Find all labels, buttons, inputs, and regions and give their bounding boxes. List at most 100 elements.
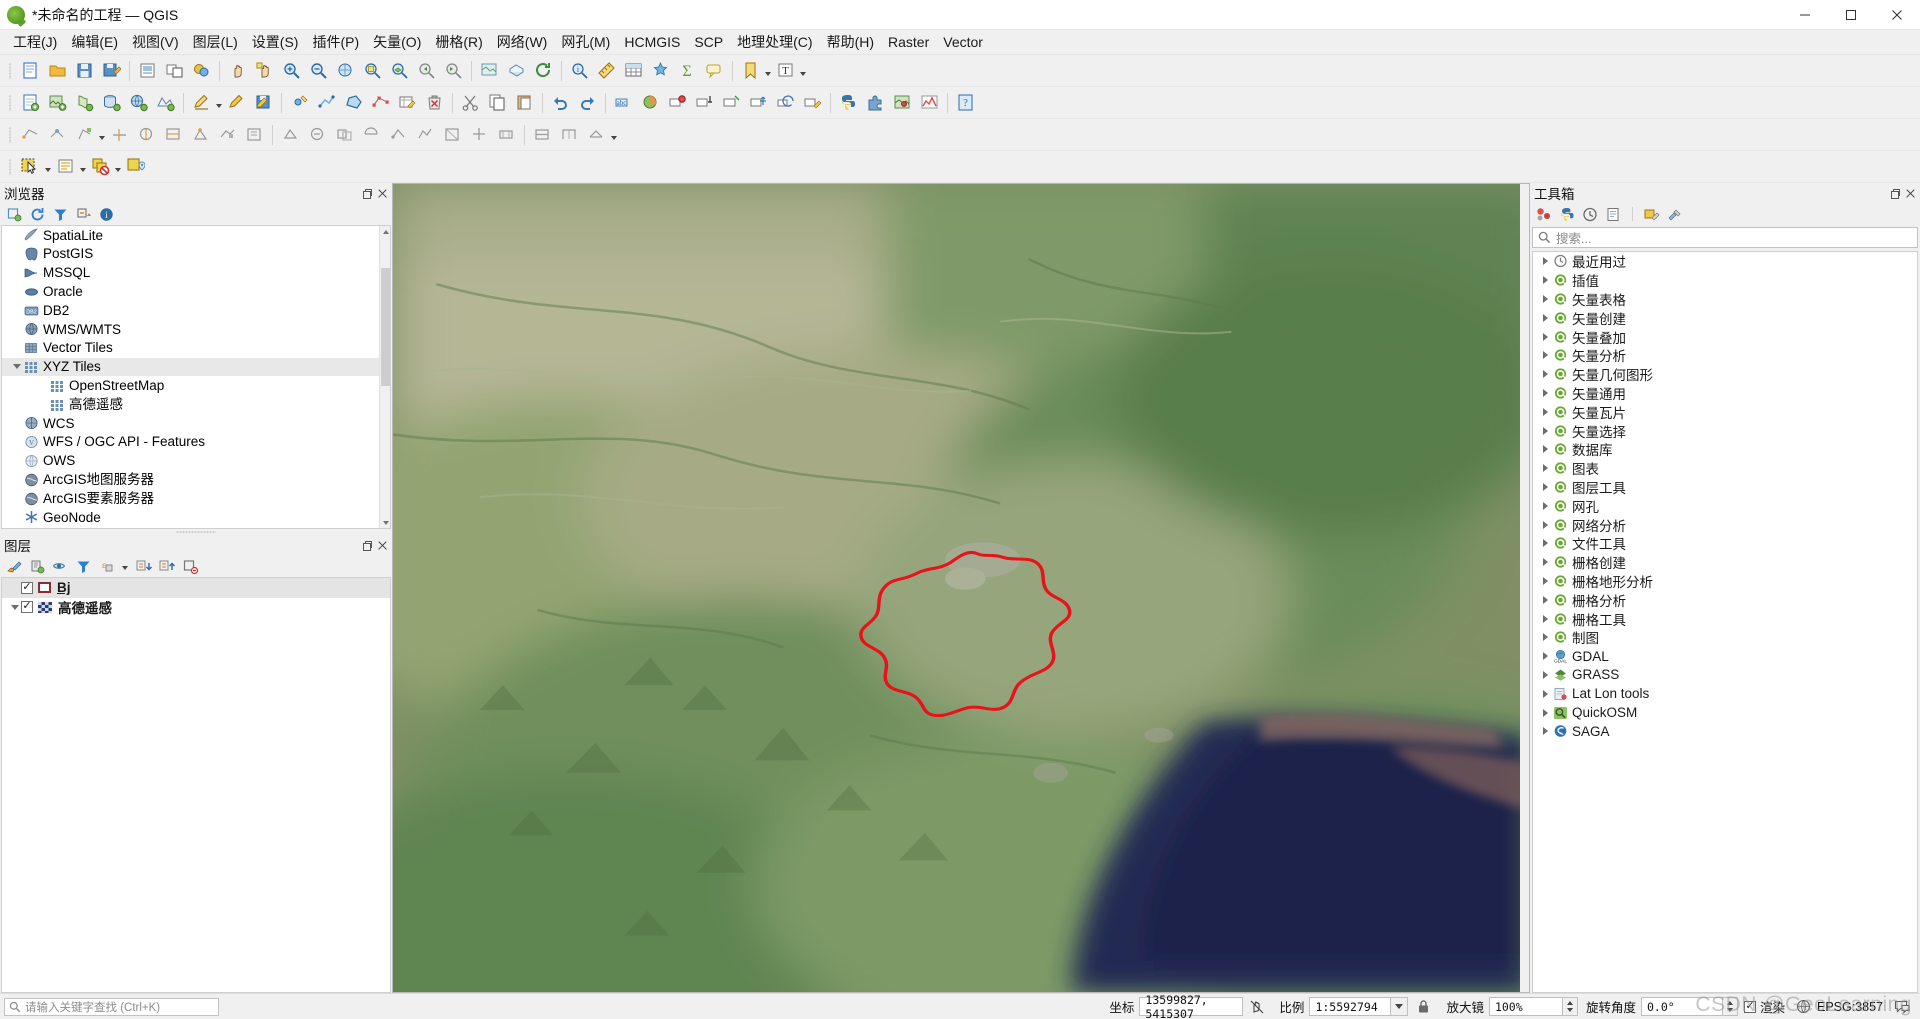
highlight-pinned-labels-button[interactable] bbox=[665, 90, 690, 115]
toolbox-group-row[interactable]: 栅格创建 bbox=[1533, 553, 1917, 572]
toolbox-group-row[interactable]: SAGA bbox=[1533, 722, 1917, 741]
zoom-full-button[interactable] bbox=[333, 58, 358, 83]
toolbox-group-row[interactable]: 栅格地形分析 bbox=[1533, 572, 1917, 591]
close-button[interactable] bbox=[1874, 0, 1920, 30]
toolbox-group-row[interactable]: 矢量分析 bbox=[1533, 346, 1917, 365]
add-wms-layer-button[interactable] bbox=[126, 90, 151, 115]
advanced-digitize-icon-7[interactable] bbox=[440, 122, 465, 147]
pan-to-selection-button[interactable] bbox=[252, 58, 277, 83]
toolbox-group-row[interactable]: QuickOSM bbox=[1533, 703, 1917, 722]
select-by-expression-button[interactable] bbox=[53, 154, 78, 179]
expander-icon[interactable] bbox=[1539, 668, 1552, 681]
scale-value[interactable]: 1:5592794 bbox=[1309, 997, 1392, 1016]
zoom-to-selection-button[interactable] bbox=[360, 58, 385, 83]
toolbox-group-row[interactable]: GRASS bbox=[1533, 666, 1917, 685]
digitize-toolbar-icon-8[interactable] bbox=[215, 122, 240, 147]
save-project-button[interactable] bbox=[72, 58, 97, 83]
refresh-map-button[interactable] bbox=[531, 58, 556, 83]
pin-labels-button[interactable] bbox=[692, 90, 717, 115]
paste-features-button[interactable] bbox=[512, 90, 537, 115]
python-console-button[interactable] bbox=[836, 90, 861, 115]
shape-digitize-icon-1[interactable] bbox=[530, 122, 555, 147]
zoom-to-layer-button[interactable] bbox=[387, 58, 412, 83]
browser-item[interactable]: 高德遥感 bbox=[2, 395, 379, 414]
expander-icon[interactable] bbox=[1539, 725, 1552, 738]
add-delimited-text-layer-button[interactable] bbox=[72, 90, 97, 115]
expander-icon[interactable] bbox=[1539, 518, 1552, 531]
add-raster-layer-button[interactable] bbox=[45, 90, 70, 115]
toolbox-group-row[interactable]: 图层工具 bbox=[1533, 478, 1917, 497]
add-polygon-feature-button[interactable] bbox=[341, 90, 366, 115]
expander-icon[interactable] bbox=[1539, 292, 1552, 305]
change-label-button[interactable] bbox=[800, 90, 825, 115]
advanced-digitize-icon-8[interactable] bbox=[467, 122, 492, 147]
expander-icon[interactable] bbox=[1539, 650, 1552, 663]
expander-icon[interactable] bbox=[1539, 311, 1552, 324]
toolbox-group-row[interactable]: 插值 bbox=[1533, 271, 1917, 290]
show-hide-labels-button[interactable] bbox=[719, 90, 744, 115]
rotate-label-button[interactable] bbox=[773, 90, 798, 115]
shape-dropdown-caret[interactable] bbox=[610, 122, 618, 147]
menu-item-8[interactable]: 网络(W) bbox=[490, 30, 555, 54]
toolbar-grip[interactable] bbox=[7, 93, 14, 113]
toolbox-group-row[interactable]: 矢量创建 bbox=[1533, 308, 1917, 327]
expander-icon[interactable] bbox=[1539, 255, 1552, 268]
toolbox-group-row[interactable]: 制图 bbox=[1533, 628, 1917, 647]
save-project-as-button[interactable] bbox=[99, 58, 124, 83]
text-annotation-button[interactable]: T bbox=[773, 58, 798, 83]
zoom-in-button[interactable] bbox=[279, 58, 304, 83]
digitize-toolbar-icon-1[interactable] bbox=[18, 122, 43, 147]
layers-tree[interactable]: Bj 高德遥感 bbox=[1, 577, 391, 993]
advanced-digitize-icon-2[interactable] bbox=[305, 122, 330, 147]
digitize-toolbar-icon-2[interactable] bbox=[45, 122, 70, 147]
layers-close-icon[interactable] bbox=[377, 540, 388, 551]
toolbox-group-row[interactable]: 最近用过 bbox=[1533, 252, 1917, 271]
menu-item-7[interactable]: 栅格(R) bbox=[428, 30, 489, 54]
current-edits-button[interactable] bbox=[189, 90, 214, 115]
menu-item-14[interactable]: Raster bbox=[881, 32, 936, 52]
expander-icon[interactable] bbox=[1539, 499, 1552, 512]
menu-item-6[interactable]: 矢量(O) bbox=[366, 30, 428, 54]
new-bookmark-button[interactable] bbox=[738, 58, 763, 83]
toolbar-grip[interactable] bbox=[7, 157, 14, 177]
rotation-stepper[interactable] bbox=[1722, 997, 1738, 1016]
browser-item[interactable]: WMS/WMTS bbox=[2, 320, 379, 339]
python-script-icon[interactable] bbox=[1559, 206, 1575, 222]
advanced-digitize-icon-6[interactable] bbox=[413, 122, 438, 147]
expander-icon[interactable] bbox=[1539, 687, 1552, 700]
menu-item-12[interactable]: 地理处理(C) bbox=[730, 30, 819, 54]
toolbox-group-row[interactable]: 栅格分析 bbox=[1533, 590, 1917, 609]
open-project-button[interactable] bbox=[45, 58, 70, 83]
menu-item-4[interactable]: 设置(S) bbox=[245, 30, 306, 54]
toolbox-group-row[interactable]: Lat Lon tools bbox=[1533, 684, 1917, 703]
expander-icon[interactable] bbox=[1539, 556, 1552, 569]
menu-item-0[interactable]: 工程(J) bbox=[6, 30, 64, 54]
expression-filter-icon[interactable]: ε bbox=[98, 558, 114, 574]
measure-line-button[interactable] bbox=[594, 58, 619, 83]
magnifier-stepper[interactable] bbox=[1562, 997, 1578, 1016]
snapping-options-button[interactable] bbox=[648, 58, 673, 83]
expander-icon[interactable] bbox=[1539, 480, 1552, 493]
info-icon[interactable]: i bbox=[98, 206, 114, 222]
open-attribute-table-button[interactable] bbox=[621, 58, 646, 83]
data-plotly-button[interactable] bbox=[917, 90, 942, 115]
browser-item[interactable]: SpatiaLite bbox=[2, 226, 379, 245]
expander-icon[interactable] bbox=[1539, 274, 1552, 287]
toolbox-group-row[interactable]: 矢量表格 bbox=[1533, 290, 1917, 309]
digitize-toolbar-icon-6[interactable] bbox=[161, 122, 186, 147]
edits-dropdown-caret[interactable] bbox=[215, 90, 223, 115]
browser-item[interactable]: OWS bbox=[2, 452, 379, 471]
browser-scrollbar[interactable] bbox=[379, 226, 390, 528]
advanced-digitize-icon-5[interactable] bbox=[386, 122, 411, 147]
toolbar-grip[interactable] bbox=[7, 61, 14, 81]
menu-item-5[interactable]: 插件(P) bbox=[305, 30, 366, 54]
layer-row[interactable]: Bj bbox=[2, 578, 390, 598]
scroll-up-arrow[interactable] bbox=[380, 226, 390, 237]
manage-layer-visibility-icon[interactable] bbox=[52, 558, 68, 574]
refresh-icon[interactable] bbox=[29, 206, 45, 222]
expander-icon[interactable] bbox=[1539, 443, 1552, 456]
options-icon[interactable] bbox=[1667, 206, 1683, 222]
plugin-manager-button[interactable] bbox=[863, 90, 888, 115]
add-point-feature-button[interactable] bbox=[287, 90, 312, 115]
layer-row[interactable]: 高德遥感 bbox=[2, 598, 390, 618]
